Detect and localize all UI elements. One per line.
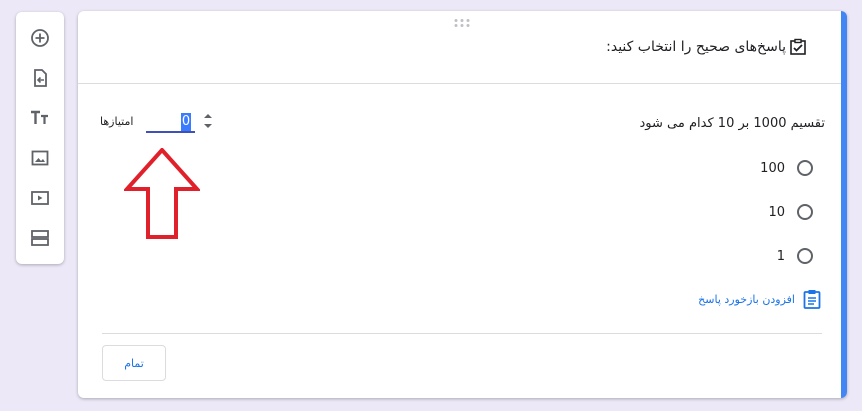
import-questions-button[interactable]: [24, 62, 56, 94]
option-label: 10: [768, 204, 785, 220]
points-input-underline: [146, 131, 195, 133]
assignment-check-icon: [790, 38, 806, 55]
add-answer-feedback-link[interactable]: افزودن بازخورد پاسخ: [698, 289, 821, 309]
title-text-icon: [31, 110, 48, 124]
add-circle-icon: [31, 29, 49, 47]
footer-divider: [102, 333, 822, 334]
annotation-arrow-icon: [124, 148, 200, 239]
add-question-button[interactable]: [24, 22, 56, 54]
option-radio[interactable]: [797, 248, 813, 264]
feedback-label: افزودن بازخورد پاسخ: [698, 292, 795, 306]
answer-option[interactable]: 100: [760, 157, 813, 179]
points-field[interactable]: امتیازها 0: [100, 110, 212, 136]
header-divider: [78, 83, 841, 84]
image-icon: [31, 150, 49, 166]
question-text: تقسیم 1000 بر 10 کدام می شود: [639, 116, 825, 131]
done-button[interactable]: تمام: [102, 345, 166, 381]
option-label: 100: [760, 160, 785, 176]
drag-handle-icon[interactable]: [453, 18, 471, 28]
answer-key-header: پاسخ‌های صحیح را انتخاب کنید:: [606, 38, 807, 56]
video-icon: [31, 191, 49, 205]
question-toolbar: [16, 12, 64, 264]
points-input[interactable]: 0: [181, 113, 191, 131]
answer-option[interactable]: 10: [768, 201, 813, 223]
active-card-accent: [841, 11, 847, 398]
section-icon: [31, 230, 49, 246]
option-radio[interactable]: [797, 160, 813, 176]
points-label: امتیازها: [100, 115, 134, 128]
add-section-button[interactable]: [24, 222, 56, 254]
feedback-clipboard-icon: [803, 290, 821, 309]
add-title-button[interactable]: [24, 102, 56, 134]
option-radio[interactable]: [797, 204, 813, 220]
answer-option[interactable]: 1: [777, 245, 813, 267]
import-question-icon: [34, 69, 47, 87]
option-label: 1: [776, 248, 785, 264]
answer-key-title: پاسخ‌های صحیح را انتخاب کنید:: [606, 39, 786, 55]
add-image-button[interactable]: [24, 142, 56, 174]
points-stepper-icon[interactable]: [202, 110, 214, 132]
add-video-button[interactable]: [24, 182, 56, 214]
